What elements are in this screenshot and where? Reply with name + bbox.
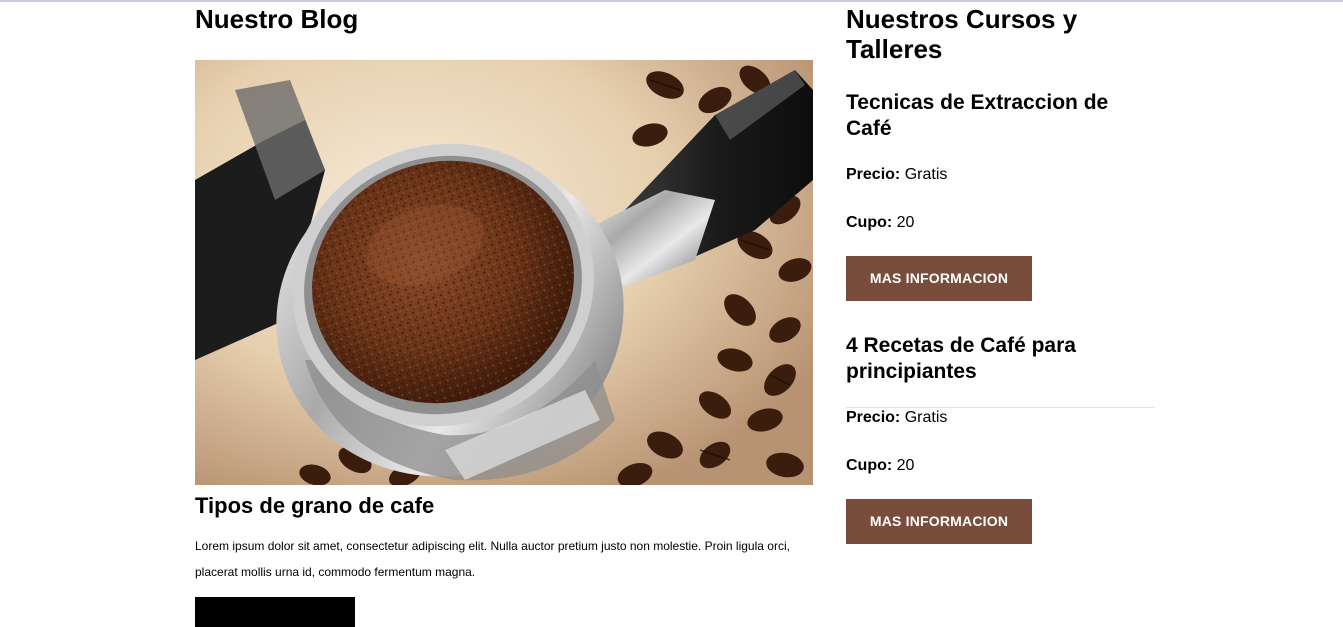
blog-post-title[interactable]: Tipos de grano de cafe <box>195 493 434 519</box>
courses-heading: Nuestros Cursos y Talleres <box>846 4 1078 64</box>
course-seats-value: 20 <box>896 457 915 474</box>
course-price: Precio: Gratis <box>846 165 947 185</box>
course-seats-label: Cupo: <box>846 457 893 474</box>
course-item: Tecnicas de Extraccion de Café Precio: G… <box>846 90 1156 408</box>
course-item: 4 Recetas de Café para principiantes Pre… <box>846 333 1156 544</box>
course-price-label: Precio: <box>846 409 901 426</box>
course-price-value: Gratis <box>904 409 948 426</box>
course-price-label: Precio: <box>846 166 901 183</box>
course-more-info-button[interactable]: MAS INFORMACION <box>846 256 1032 301</box>
blog-post-image <box>195 60 813 485</box>
course-more-info-button[interactable]: MAS INFORMACION <box>846 499 1032 544</box>
blog-heading: Nuestro Blog <box>195 4 359 34</box>
course-title[interactable]: 4 Recetas de Café para principiantes <box>846 333 1146 385</box>
blog-post-read-more-button[interactable] <box>195 597 355 627</box>
course-seats-label: Cupo: <box>846 214 893 231</box>
course-price-value: Gratis <box>904 166 948 183</box>
course-price: Precio: Gratis <box>846 408 947 428</box>
course-seats: Cupo: 20 <box>846 456 914 476</box>
course-seats-value: 20 <box>896 214 915 231</box>
course-seats: Cupo: 20 <box>846 213 914 233</box>
course-title[interactable]: Tecnicas de Extraccion de Café <box>846 90 1146 142</box>
top-border-line <box>0 0 1343 2</box>
blog-post-excerpt: Lorem ipsum dolor sit amet, consectetur … <box>195 539 790 579</box>
